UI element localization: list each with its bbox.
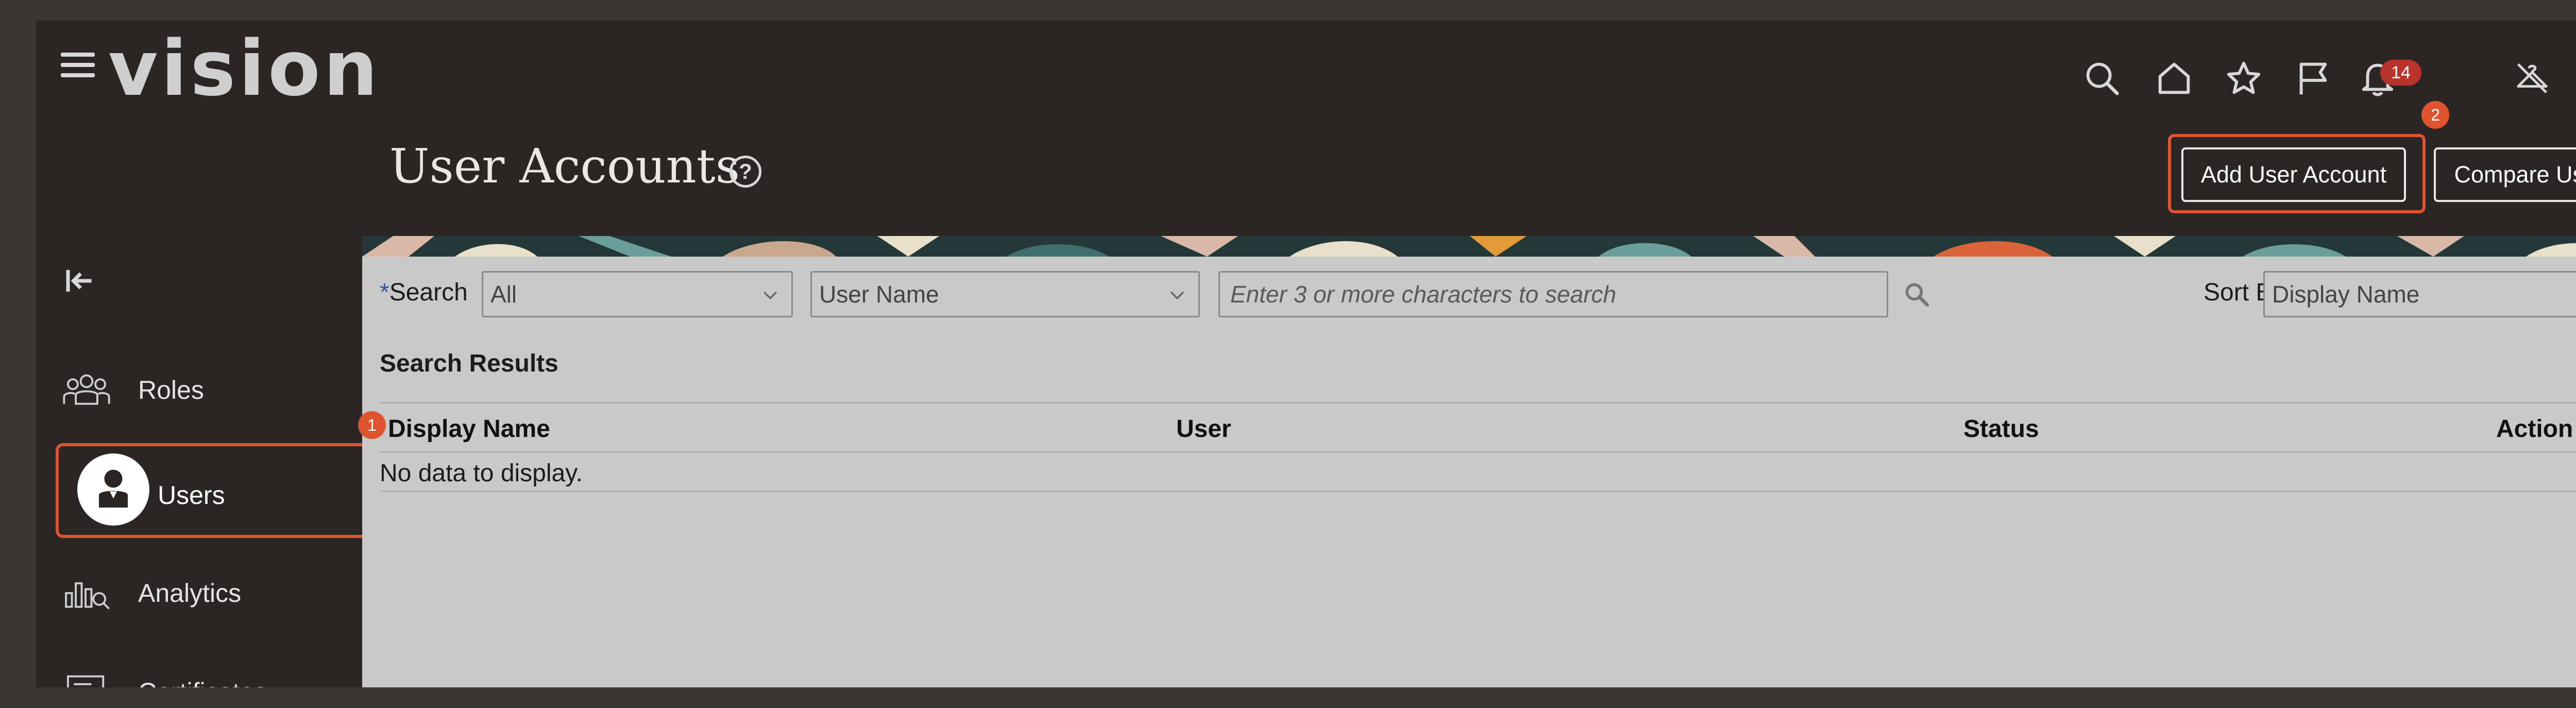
app-logo[interactable]: vision — [108, 30, 381, 107]
search-bar: *Search All User Name Sort By Display Na… — [362, 267, 2576, 318]
sidebar-item-label: Users — [158, 481, 225, 510]
search-label: *Search — [380, 279, 468, 306]
page-title: User Accounts — [389, 139, 740, 194]
sidebar-item-label: Roles — [138, 376, 204, 404]
help-icon[interactable]: ? — [730, 156, 761, 188]
search-icon[interactable] — [2081, 58, 2123, 99]
sidebar-item-analytics[interactable]: Analytics — [56, 554, 394, 632]
search-input[interactable] — [1218, 271, 1888, 317]
column-header-status[interactable]: Status — [1963, 411, 2039, 447]
compare-users-button[interactable]: Compare Users — [2434, 147, 2576, 202]
sidebar-item-roles[interactable]: Roles — [56, 351, 394, 429]
certificate-icon — [56, 664, 117, 687]
user-icon — [77, 453, 149, 526]
analytics-icon — [56, 565, 117, 621]
roles-icon — [56, 362, 117, 418]
column-header-user[interactable]: User — [1176, 411, 1231, 447]
content-panel: *Search All User Name Sort By Display Na… — [358, 236, 2576, 687]
divider — [380, 402, 2576, 403]
sidebar-item-users[interactable]: Users — [56, 443, 394, 538]
phone-off-icon[interactable] — [2571, 58, 2576, 99]
sidebar-item-certificates[interactable]: Certificates — [56, 653, 394, 687]
empty-results-message: No data to display. — [380, 460, 583, 487]
column-header-display-name[interactable]: Display Name — [388, 411, 550, 447]
search-scope-select[interactable]: All — [482, 271, 793, 317]
divider — [380, 451, 2576, 453]
search-icon[interactable] — [1903, 280, 1931, 309]
hanger-icon[interactable] — [2512, 58, 2553, 99]
callout-badge-1: 1 — [358, 411, 386, 439]
divider — [380, 491, 2576, 492]
app-window: vision 14 SI User Accounts ? 2 Add User … — [36, 21, 2576, 687]
flag-icon[interactable] — [2293, 58, 2334, 99]
chevron-down-icon — [763, 291, 777, 300]
sidebar-item-label: Certificates — [138, 653, 267, 687]
star-icon[interactable] — [2223, 58, 2264, 99]
add-user-account-button[interactable]: Add User Account — [2181, 147, 2406, 202]
notification-count-badge: 14 — [2380, 60, 2421, 86]
menu-icon[interactable] — [61, 53, 95, 77]
collapse-sidebar-icon[interactable] — [61, 263, 97, 299]
home-icon[interactable] — [2154, 58, 2195, 99]
column-header-action: Action — [2496, 415, 2573, 443]
search-field-select[interactable]: User Name — [810, 271, 1200, 317]
callout-badge-2: 2 — [2421, 101, 2449, 129]
top-bar: vision 14 SI — [36, 21, 2576, 108]
sort-by-select[interactable]: Display Name — [2263, 271, 2576, 317]
required-mark: * — [380, 279, 389, 306]
search-results-title: Search Results — [380, 350, 558, 377]
decorative-banner — [362, 236, 2576, 257]
sidebar-item-label: Analytics — [138, 579, 242, 608]
chevron-down-icon — [1170, 291, 1184, 300]
